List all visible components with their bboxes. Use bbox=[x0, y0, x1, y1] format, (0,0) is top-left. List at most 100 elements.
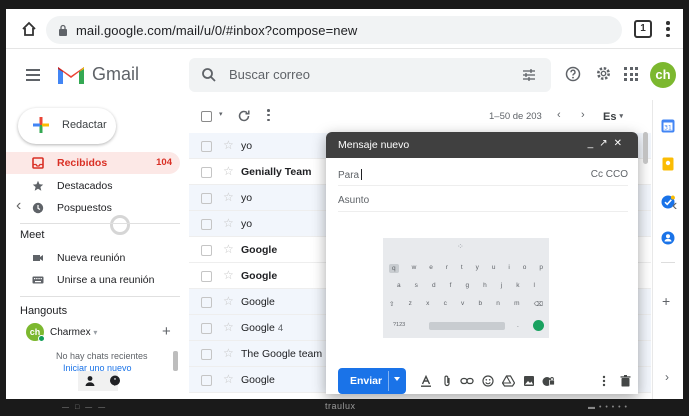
keyboard-key[interactable]: ⌫ bbox=[534, 300, 543, 308]
search-icon[interactable] bbox=[201, 67, 217, 83]
keyboard-key[interactable]: p bbox=[539, 264, 543, 273]
chevron-left-icon[interactable]: ‹ bbox=[672, 197, 677, 215]
keyboard-key[interactable]: x bbox=[426, 300, 429, 308]
link-icon[interactable] bbox=[460, 375, 474, 387]
calendar-icon[interactable]: 31 bbox=[661, 119, 675, 133]
keyboard-key[interactable]: q bbox=[389, 264, 399, 273]
contacts-icon[interactable] bbox=[661, 231, 675, 245]
sidebar-item-snoozed[interactable]: Pospuestos bbox=[6, 197, 180, 219]
row-checkbox[interactable] bbox=[201, 349, 212, 360]
list-scrollbar[interactable] bbox=[643, 132, 648, 164]
add-addon-plus-icon[interactable]: + bbox=[662, 293, 670, 309]
hangouts-user-dropdown[interactable]: Charmex ▾ bbox=[50, 327, 97, 338]
account-avatar[interactable]: ch bbox=[650, 62, 676, 88]
keyboard-key[interactable]: f bbox=[450, 282, 452, 289]
settings-gear-icon[interactable] bbox=[595, 65, 612, 82]
star-toggle-icon[interactable]: ☆ bbox=[223, 268, 234, 282]
star-toggle-icon[interactable]: ☆ bbox=[223, 138, 234, 152]
star-toggle-icon[interactable]: ☆ bbox=[223, 164, 234, 178]
to-field[interactable]: Para Cc CCO bbox=[338, 162, 628, 186]
address-bar[interactable]: mail.google.com/mail/u/0/#inbox?compose=… bbox=[46, 16, 622, 44]
compose-button[interactable]: Redactar bbox=[18, 108, 116, 144]
schedule-send-chevron-icon[interactable] bbox=[394, 377, 400, 381]
row-checkbox[interactable] bbox=[201, 375, 212, 386]
row-checkbox[interactable] bbox=[201, 219, 212, 230]
google-apps-icon[interactable] bbox=[624, 67, 638, 81]
meet-join-meeting[interactable]: Unirse a una reunión bbox=[6, 269, 180, 291]
input-language-selector[interactable]: Es ▾ bbox=[603, 111, 623, 123]
keyboard-period-key[interactable]: . bbox=[517, 322, 519, 329]
keep-icon[interactable] bbox=[661, 157, 675, 171]
keyboard-key[interactable]: s bbox=[415, 282, 418, 289]
compose-header[interactable]: Mensaje nuevo _↗✕ bbox=[326, 132, 638, 158]
sidebar-item-inbox[interactable]: Recibidos 104 bbox=[6, 152, 180, 174]
keyboard-key[interactable]: l bbox=[534, 282, 535, 289]
chat-bubble-icon[interactable]: " bbox=[109, 375, 121, 387]
gmail-logo-icon[interactable] bbox=[56, 63, 86, 86]
keyboard-key[interactable]: a bbox=[397, 282, 401, 289]
row-checkbox[interactable] bbox=[201, 193, 212, 204]
refresh-icon[interactable] bbox=[237, 109, 251, 123]
discard-draft-trash-icon[interactable] bbox=[620, 375, 631, 387]
star-toggle-icon[interactable]: ☆ bbox=[223, 320, 234, 334]
browser-menu-icon[interactable] bbox=[662, 19, 674, 39]
keyboard-enter-key[interactable] bbox=[533, 320, 544, 331]
keyboard-space-key[interactable] bbox=[429, 322, 505, 330]
gmail-wordmark[interactable]: Gmail bbox=[92, 64, 139, 85]
keyboard-key[interactable]: h bbox=[483, 282, 487, 289]
keyboard-key[interactable]: c bbox=[444, 300, 447, 308]
keyboard-key[interactable]: n bbox=[496, 300, 500, 308]
keyboard-key[interactable]: t bbox=[461, 264, 463, 273]
search-box[interactable]: Buscar correo bbox=[189, 58, 551, 92]
row-checkbox[interactable] bbox=[201, 167, 212, 178]
keyboard-key[interactable]: m bbox=[514, 300, 519, 308]
keyboard-key[interactable]: o bbox=[523, 264, 527, 273]
main-menu-icon[interactable] bbox=[26, 69, 40, 81]
person-icon[interactable] bbox=[84, 375, 96, 387]
keyboard-key[interactable]: e bbox=[429, 264, 433, 273]
select-all-checkbox[interactable] bbox=[201, 111, 212, 122]
search-options-icon[interactable] bbox=[522, 68, 536, 82]
row-checkbox[interactable] bbox=[201, 297, 212, 308]
keyboard-key[interactable]: ⇧ bbox=[389, 300, 394, 308]
subject-field[interactable]: Asunto bbox=[338, 188, 628, 212]
search-input[interactable]: Buscar correo bbox=[229, 67, 310, 82]
close-icon[interactable]: ✕ bbox=[614, 138, 628, 149]
keyboard-key[interactable]: g bbox=[465, 282, 469, 289]
confidential-mode-icon[interactable] bbox=[542, 375, 555, 387]
tab-switcher-icon[interactable]: 1 bbox=[634, 20, 652, 38]
sidebar-item-starred[interactable]: Destacados bbox=[6, 175, 180, 197]
keyboard-move-handle-icon[interactable]: ⁘ bbox=[457, 242, 464, 251]
new-chat-plus-icon[interactable]: + bbox=[162, 323, 171, 340]
star-toggle-icon[interactable]: ☆ bbox=[223, 346, 234, 360]
keyboard-key[interactable]: j bbox=[501, 282, 502, 289]
star-toggle-icon[interactable]: ☆ bbox=[223, 190, 234, 204]
emoji-icon[interactable] bbox=[482, 375, 494, 387]
keyboard-key[interactable]: r bbox=[446, 264, 448, 273]
insert-photo-icon[interactable] bbox=[523, 375, 535, 387]
onscreen-keyboard[interactable]: ⁘ q w e r t y u i o p a s d f g h j k l ⇧ z x c v b n m ⌫ ?123 . bbox=[383, 238, 549, 338]
expand-panel-chevron-icon[interactable]: › bbox=[665, 370, 669, 384]
keyboard-key[interactable]: y bbox=[476, 264, 479, 273]
more-actions-icon[interactable] bbox=[267, 109, 270, 121]
meet-new-meeting[interactable]: Nueva reunión bbox=[6, 247, 180, 269]
send-button[interactable]: Enviar bbox=[338, 368, 406, 394]
help-icon[interactable] bbox=[565, 66, 581, 82]
row-checkbox[interactable] bbox=[201, 141, 212, 152]
select-dropdown-chevron-icon[interactable]: ▾ bbox=[219, 110, 223, 118]
minimize-icon[interactable]: _ bbox=[588, 138, 600, 149]
formatting-icon[interactable] bbox=[420, 375, 432, 387]
fullscreen-icon[interactable]: ↗ bbox=[599, 138, 613, 149]
keyboard-key[interactable]: i bbox=[508, 264, 509, 273]
more-options-icon[interactable] bbox=[602, 375, 606, 387]
drive-icon[interactable] bbox=[502, 375, 515, 387]
keyboard-key[interactable]: z bbox=[409, 300, 412, 308]
attach-icon[interactable] bbox=[441, 375, 453, 387]
chevron-left-icon[interactable]: ‹ bbox=[16, 197, 21, 215]
star-toggle-icon[interactable]: ☆ bbox=[223, 242, 234, 256]
keyboard-key[interactable]: v bbox=[461, 300, 464, 308]
home-icon[interactable] bbox=[20, 20, 38, 38]
star-toggle-icon[interactable]: ☆ bbox=[223, 216, 234, 230]
row-checkbox[interactable] bbox=[201, 245, 212, 256]
keyboard-key[interactable]: d bbox=[432, 282, 436, 289]
